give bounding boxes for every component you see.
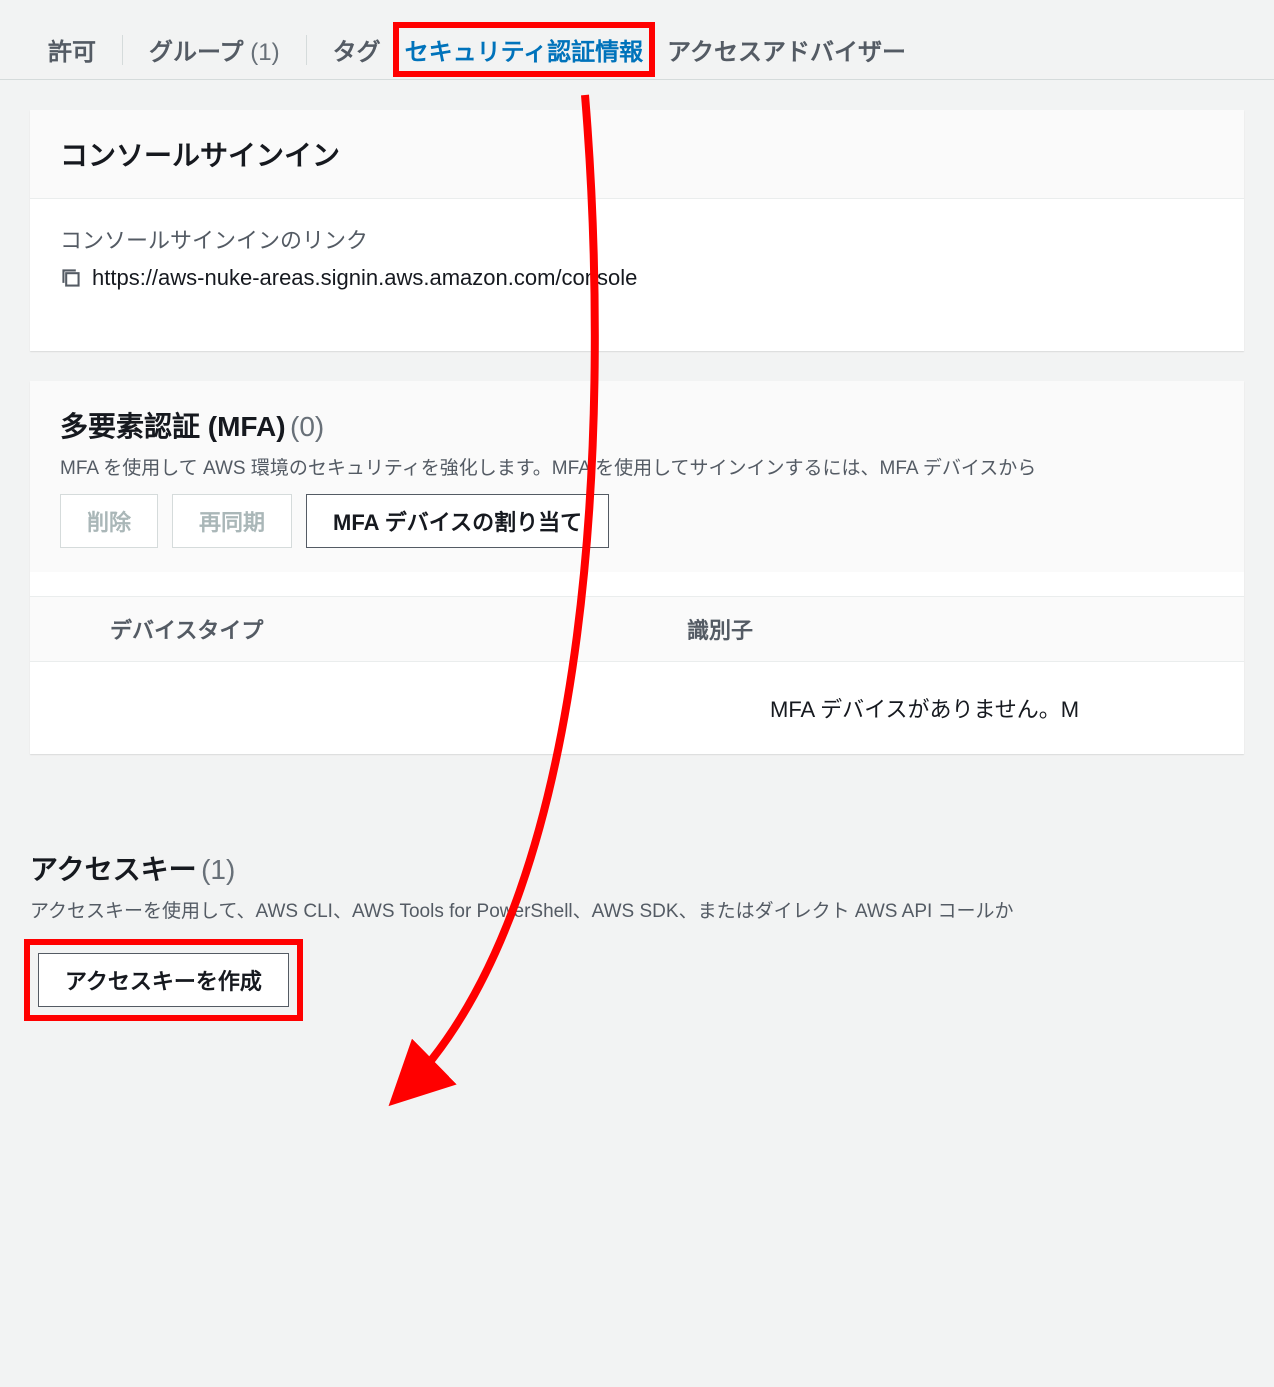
- console-signin-title: コンソールサインイン: [60, 140, 340, 171]
- console-signin-header: コンソールサインイン: [30, 110, 1244, 199]
- mfa-header: 多要素認証 (MFA) (0) MFA を使用して AWS 環境のセキュリティを…: [30, 381, 1244, 572]
- tab-divider: [122, 35, 123, 65]
- tab-permissions[interactable]: 許可: [30, 20, 114, 79]
- mfa-panel: 多要素認証 (MFA) (0) MFA を使用して AWS 環境のセキュリティを…: [30, 381, 1244, 754]
- mfa-col-device-type[interactable]: デバイスタイプ: [30, 597, 667, 661]
- tab-tags[interactable]: タグ: [315, 20, 399, 79]
- mfa-description: MFA を使用して AWS 環境のセキュリティを強化します。MFA を使用してサ…: [60, 453, 1214, 480]
- mfa-assign-button[interactable]: MFA デバイスの割り当て: [306, 494, 609, 548]
- create-access-key-button[interactable]: アクセスキーを作成: [38, 953, 289, 1007]
- mfa-title: 多要素認証 (MFA): [60, 411, 286, 442]
- tab-groups[interactable]: グループ (1): [131, 20, 298, 79]
- tab-groups-label: グループ: [149, 39, 244, 66]
- tab-divider: [306, 35, 307, 65]
- tab-security-credentials[interactable]: セキュリティ認証情報: [393, 22, 656, 77]
- console-signin-panel: コンソールサインイン コンソールサインインのリンク https://aws-nu…: [30, 110, 1244, 351]
- mfa-buttons: 削除 再同期 MFA デバイスの割り当て: [60, 494, 1214, 548]
- access-keys-panel: アクセスキー (1) アクセスキーを使用して、AWS CLI、AWS Tools…: [0, 824, 1274, 1047]
- tabs-bar: 許可 グループ (1) タグ セキュリティ認証情報 アクセスアドバイザー: [0, 0, 1274, 80]
- create-access-key-highlight: アクセスキーを作成: [24, 939, 303, 1021]
- signin-link-url[interactable]: https://aws-nuke-areas.signin.aws.amazon…: [92, 265, 637, 291]
- mfa-col-identifier[interactable]: 識別子: [667, 597, 1244, 661]
- tab-groups-count: (1): [250, 39, 279, 66]
- mfa-count: (0): [290, 411, 324, 442]
- mfa-empty-message: MFA デバイスがありません。M: [30, 662, 1244, 754]
- signin-link-label: コンソールサインインのリンク: [60, 223, 1214, 255]
- access-keys-count: (1): [201, 854, 235, 885]
- mfa-delete-button: 削除: [60, 494, 158, 548]
- tab-access-advisor[interactable]: アクセスアドバイザー: [649, 20, 924, 79]
- mfa-table-header: デバイスタイプ 識別子: [30, 596, 1244, 662]
- access-keys-title: アクセスキー: [30, 854, 197, 885]
- copy-icon[interactable]: [60, 267, 82, 289]
- mfa-resync-button: 再同期: [172, 494, 292, 548]
- access-keys-description: アクセスキーを使用して、AWS CLI、AWS Tools for PowerS…: [30, 896, 1244, 923]
- console-signin-body: コンソールサインインのリンク https://aws-nuke-areas.si…: [30, 199, 1244, 351]
- signin-link-row: https://aws-nuke-areas.signin.aws.amazon…: [60, 265, 1214, 291]
